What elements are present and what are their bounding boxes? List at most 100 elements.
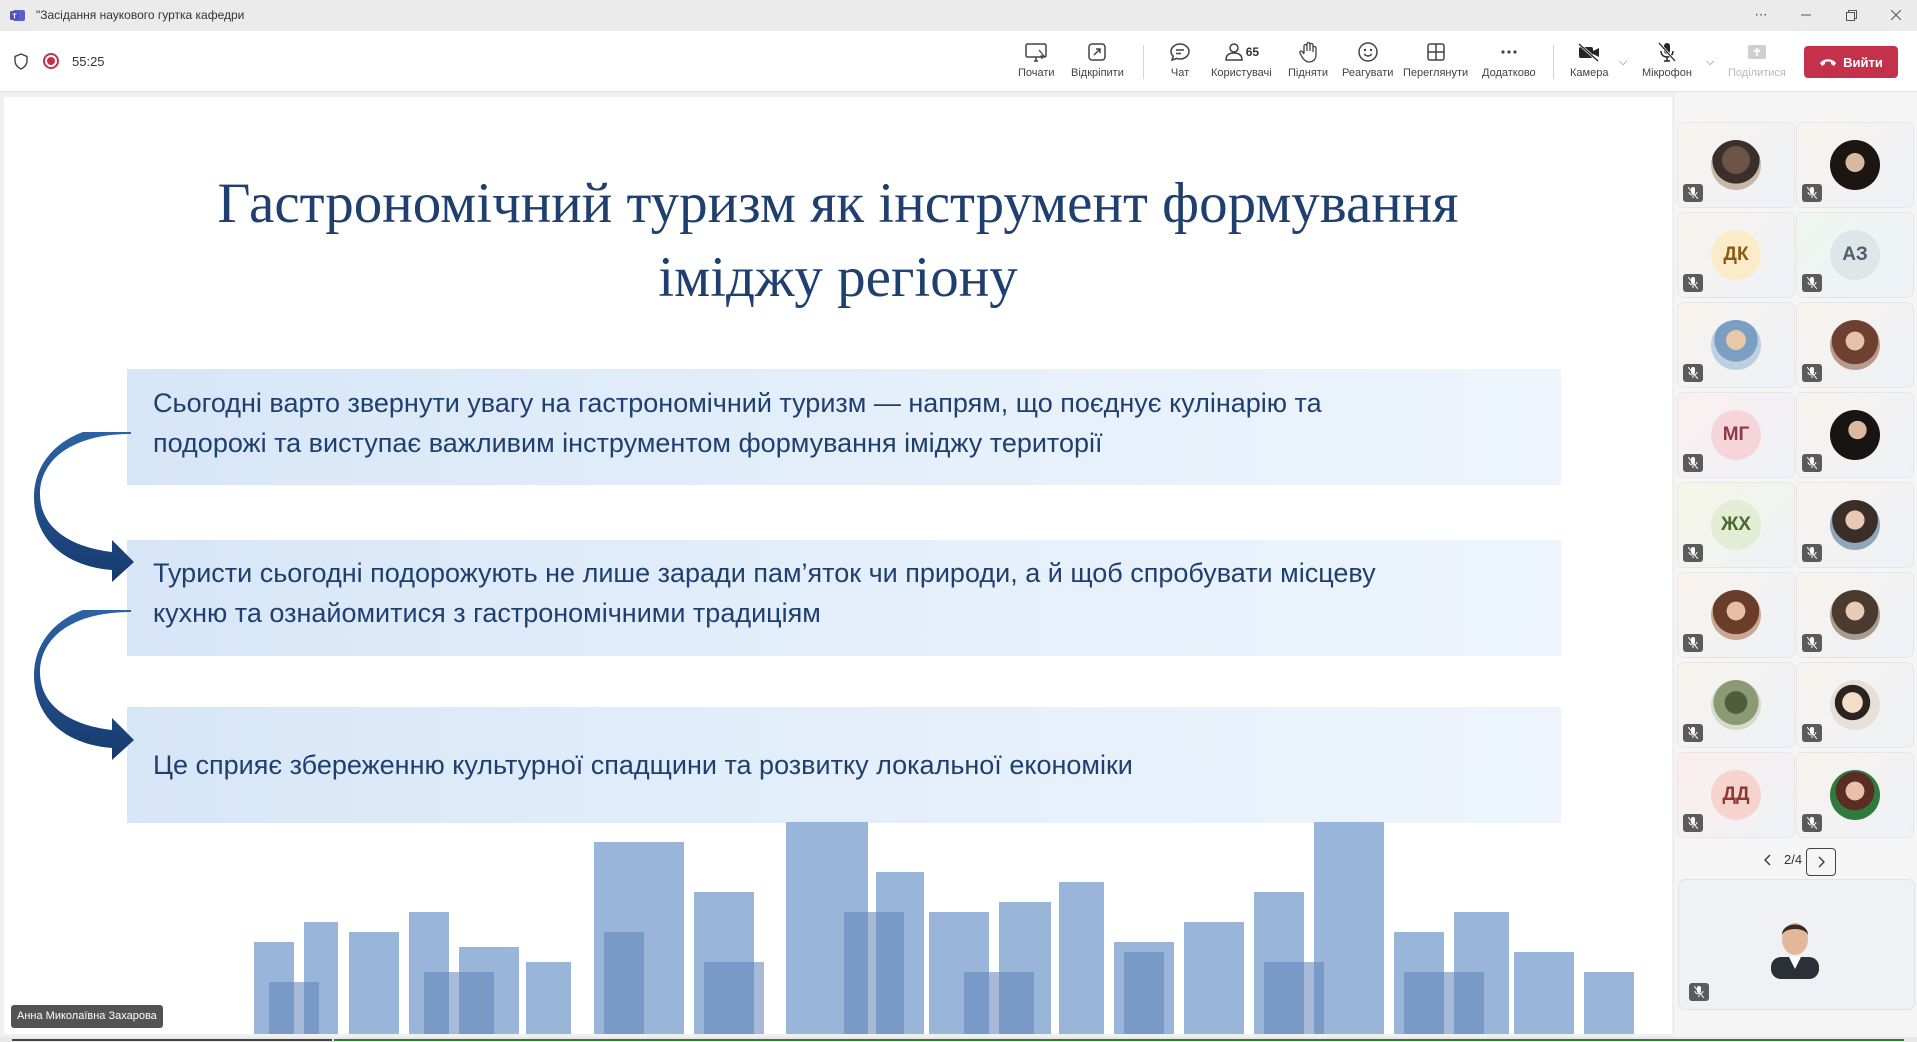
avatar: ДД (1711, 770, 1761, 820)
participant-tile[interactable] (1797, 573, 1913, 657)
avatar (1711, 140, 1761, 190)
mic-off-icon (1683, 814, 1703, 832)
camera-options-chevron-icon[interactable]: ⌵ (1619, 56, 1627, 69)
participant-tile[interactable] (1797, 663, 1913, 747)
grid-view-icon (1426, 43, 1445, 61)
slide-text-box-1: Сьогодні варто звернути увагу на гастрон… (127, 369, 1561, 485)
participant-tile[interactable]: ЖХ (1678, 483, 1794, 567)
share-tray-icon (1747, 45, 1766, 59)
minimize-icon[interactable] (1791, 4, 1821, 26)
progress-line-dark (12, 1039, 332, 1041)
people-button[interactable]: 65 Користувачі (1211, 39, 1272, 85)
avatar: ДК (1711, 230, 1761, 280)
avatar (1830, 320, 1880, 370)
camera-button[interactable]: Камера (1570, 39, 1608, 85)
mic-off-icon (1683, 184, 1703, 202)
chat-button[interactable]: Чат (1169, 39, 1191, 85)
react-button[interactable]: Реагувати (1342, 39, 1393, 85)
hangup-icon (1820, 59, 1837, 66)
avatar: ЖХ (1711, 500, 1761, 550)
mic-off-icon (1683, 724, 1703, 742)
participant-tile[interactable]: ДК (1678, 213, 1794, 297)
mic-off-icon (1683, 544, 1703, 562)
avatar: МГ (1711, 410, 1761, 460)
gallery-pager: 2/4 (1758, 848, 1838, 876)
smiley-icon (1357, 42, 1378, 62)
meeting-toolbar: 55:25 Почати Відкріпити Чат 65 Користува… (0, 31, 1917, 92)
page-indicator: 2/4 (1784, 852, 1803, 867)
raise-hand-button[interactable]: Підняти (1288, 39, 1328, 85)
mic-off-icon (1689, 983, 1709, 1001)
participant-tile[interactable] (1678, 123, 1794, 207)
slide-text-box-3: Це сприяє збереженню культурної спадщини… (127, 707, 1561, 823)
chat-icon (1170, 43, 1190, 62)
share-button[interactable]: Поділитися (1728, 39, 1786, 85)
camera-off-icon (1578, 43, 1600, 62)
popout-button[interactable]: Відкріпити (1071, 39, 1124, 85)
more-options-icon[interactable]: ⋯ (1746, 4, 1776, 26)
mic-off-icon (1683, 274, 1703, 292)
avatar: АЗ (1830, 230, 1880, 280)
next-page-chevron-icon[interactable] (1806, 848, 1836, 876)
curved-arrow-icon (34, 610, 134, 760)
participant-tile[interactable]: АЗ (1797, 213, 1913, 297)
avatar (1830, 590, 1880, 640)
window-title: "Засідання наукового гуртка кафедри (36, 8, 245, 22)
start-button[interactable]: Почати (1018, 39, 1055, 85)
slide-text-box-2: Туристи сьогодні подорожують не лише зар… (127, 540, 1561, 656)
mic-options-chevron-icon[interactable]: ⌵ (1706, 56, 1714, 69)
self-video-thumbnail (1771, 923, 1819, 979)
teams-app-icon: T (10, 10, 25, 21)
avatar (1711, 320, 1761, 370)
view-button[interactable]: Переглянути (1403, 39, 1468, 85)
ellipsis-icon (1501, 50, 1517, 54)
avatar (1830, 770, 1880, 820)
participant-tile[interactable] (1678, 663, 1794, 747)
participant-tile[interactable] (1797, 393, 1913, 477)
toolbar-divider (1143, 45, 1144, 79)
recording-icon (43, 53, 59, 69)
restore-icon[interactable] (1836, 4, 1866, 26)
participant-tile[interactable]: МГ (1678, 393, 1794, 477)
mic-button[interactable]: Мікрофон (1642, 39, 1692, 85)
hand-icon (1299, 41, 1317, 63)
avatar (1830, 680, 1880, 730)
mic-off-icon (1802, 274, 1822, 292)
leave-button[interactable]: Вийти (1804, 46, 1898, 78)
mic-off-icon (1683, 364, 1703, 382)
participant-tile[interactable]: ДД (1678, 753, 1794, 837)
close-icon[interactable] (1881, 4, 1911, 26)
city-skyline-illustration (254, 822, 1634, 1034)
presenter-name-tag: Анна Миколаївна Захарова (11, 1005, 163, 1028)
leave-label: Вийти (1843, 54, 1883, 70)
mic-off-icon (1802, 544, 1822, 562)
avatar (1830, 140, 1880, 190)
participant-tile[interactable] (1797, 753, 1913, 837)
participant-tile[interactable] (1797, 123, 1913, 207)
people-icon (1224, 43, 1243, 61)
participant-tile[interactable] (1797, 483, 1913, 567)
avatar (1711, 680, 1761, 730)
window-title-bar: T "Засідання наукового гуртка кафедри ⋯ (0, 0, 1917, 31)
previous-page-chevron-icon[interactable] (1758, 850, 1778, 870)
avatar (1830, 500, 1880, 550)
more-actions-button[interactable]: Додатково (1482, 39, 1536, 85)
participant-tile[interactable] (1797, 303, 1913, 387)
progress-line-green (334, 1039, 1904, 1041)
toolbar-divider (1553, 45, 1554, 79)
screen-start-icon (1025, 43, 1048, 62)
mic-off-icon (1802, 634, 1822, 652)
participant-tile[interactable] (1678, 303, 1794, 387)
popout-icon (1088, 43, 1107, 61)
meeting-timer: 55:25 (72, 54, 105, 69)
avatar (1830, 410, 1880, 460)
svg-text:T: T (12, 14, 17, 21)
mic-off-icon (1683, 454, 1703, 472)
mic-off-icon (1657, 42, 1676, 62)
mic-off-icon (1802, 454, 1822, 472)
mic-off-icon (1802, 724, 1822, 742)
participant-tile[interactable] (1678, 573, 1794, 657)
shield-icon[interactable] (13, 53, 29, 70)
self-view-tile[interactable] (1679, 880, 1914, 1009)
avatar (1711, 590, 1761, 640)
